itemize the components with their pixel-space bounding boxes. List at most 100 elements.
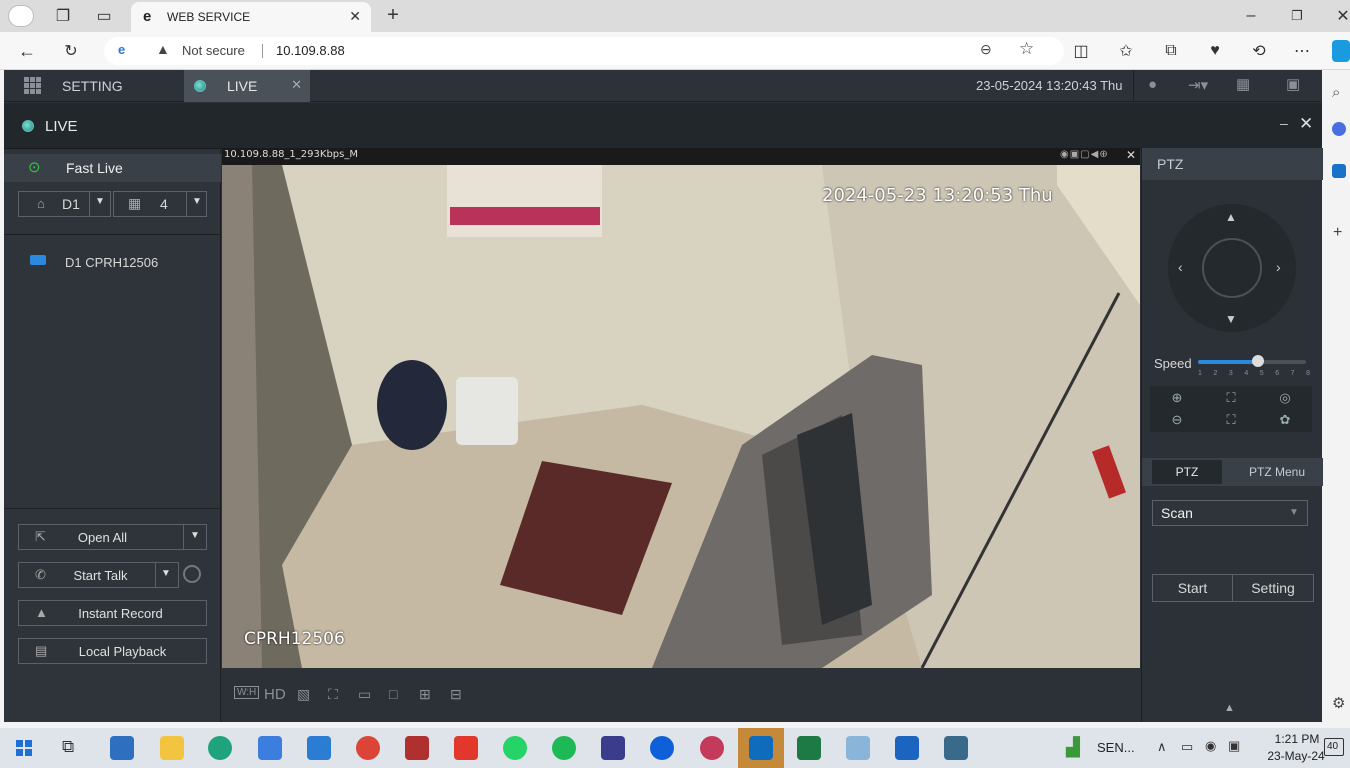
taskbar-app-file-explorer[interactable] — [160, 736, 184, 760]
layout-1-icon[interactable]: ▭ — [358, 686, 371, 703]
clock-time[interactable]: 1:21 PM — [1272, 732, 1322, 746]
new-tab-icon[interactable]: + — [382, 4, 404, 26]
layout-icon[interactable]: ▦ — [1236, 75, 1250, 93]
collections-icon[interactable]: ⧉ — [1160, 40, 1182, 62]
browser-tab[interactable]: e WEB SERVICE ✕ — [131, 2, 371, 32]
start-button[interactable]: Start — [1152, 574, 1233, 602]
layout-single-icon[interactable]: □ — [389, 686, 397, 702]
tab-actions-icon[interactable]: ▭ — [93, 5, 115, 27]
outlook-sidebar-icon[interactable] — [1332, 164, 1346, 178]
hd-button[interactable]: HD — [264, 686, 286, 703]
start-talk-button[interactable]: ✆ Start Talk ▼ — [18, 562, 179, 588]
taskbar-app-edge[interactable] — [208, 736, 232, 760]
video-window[interactable]: 10.109.8.88_1_293Kbps_M ◉▣▢◀⊕ ✕ 2024-05-… — [222, 148, 1140, 668]
zoom-icon[interactable]: ⊖ — [980, 41, 992, 58]
network-signal-icon[interactable]: ▟ — [1066, 737, 1080, 758]
video-controls-icons[interactable]: ◉▣▢◀⊕ — [1060, 149, 1109, 160]
close-panel-icon[interactable]: ✕ — [1299, 114, 1313, 134]
tab-ptz-menu[interactable]: PTZ Menu — [1234, 460, 1320, 484]
refresh-icon[interactable]: ↻ — [60, 40, 82, 62]
minimize-icon[interactable]: – — [1240, 5, 1262, 27]
battery-icon[interactable]: ▭ — [1181, 739, 1193, 755]
local-playback-button[interactable]: ▤ Local Playback — [18, 638, 207, 664]
arrow-right-icon[interactable]: › — [1276, 259, 1281, 275]
taskbar-app-outlook[interactable] — [895, 736, 919, 760]
ie-mode-toggle-icon[interactable]: ⟲ — [1248, 40, 1270, 62]
zoom-out-icon[interactable]: ⊖ — [1150, 409, 1204, 431]
speed-slider-handle[interactable] — [1252, 355, 1264, 367]
zoom-in-icon[interactable]: ⊕ — [1150, 387, 1204, 409]
focus-far-icon[interactable]: ⛶ — [1204, 409, 1258, 431]
layout-4-icon[interactable]: ⊞ — [419, 686, 431, 703]
focus-near-icon[interactable]: ⛶ — [1204, 387, 1258, 409]
clock-date[interactable]: 23-May-24 — [1266, 749, 1326, 763]
open-all-button[interactable]: ⇱ Open All ▼ — [18, 524, 207, 550]
taskbar-app-notepad[interactable] — [846, 736, 870, 760]
extensions-icon[interactable]: ♥ — [1204, 40, 1226, 62]
task-view-icon[interactable]: ⧉ — [62, 737, 74, 757]
split-select[interactable]: ▦ 4 ▼ — [113, 191, 207, 217]
webcam-icon[interactable]: ◉ — [1205, 738, 1216, 754]
close-tab-icon[interactable]: ✕ — [349, 8, 361, 25]
capture-icon[interactable]: ⛶ — [328, 686, 338, 703]
favorite-star-icon[interactable]: ☆ — [1019, 39, 1034, 59]
fast-live-button[interactable]: ⊙ Fast Live — [4, 154, 221, 182]
network-icon[interactable]: ▣ — [1228, 738, 1240, 754]
taskbar-app-store[interactable] — [258, 736, 282, 760]
taskbar-app-snip[interactable] — [700, 736, 724, 760]
minimize-panel-icon[interactable]: – — [1280, 115, 1288, 131]
search-icon[interactable]: ⌕ — [1332, 84, 1340, 101]
add-icon[interactable]: + — [1333, 224, 1342, 242]
taskbar-app-excel[interactable] — [797, 736, 821, 760]
instant-record-button[interactable]: ▲ Instant Record — [18, 600, 207, 626]
url-field[interactable]: e ▲ Not secure 10.109.8.88 ⊖ ☆ — [104, 37, 1064, 65]
fullscreen-icon[interactable]: ▣ — [1286, 75, 1300, 93]
taskbar-app-terminal[interactable] — [944, 736, 968, 760]
security-label[interactable]: Not secure — [182, 43, 245, 58]
tray-label[interactable]: SEN... — [1097, 740, 1135, 755]
copilot-sidebar-icon[interactable] — [1332, 122, 1346, 136]
iris-close-icon[interactable]: ✿ — [1258, 409, 1312, 431]
close-window-icon[interactable]: ✕ — [1332, 5, 1350, 27]
restore-icon[interactable]: ❐ — [1286, 5, 1308, 27]
taskbar-app-whatsapp[interactable] — [503, 736, 527, 760]
logout-icon[interactable]: ⇥▾ — [1188, 76, 1208, 94]
back-icon[interactable]: ← — [16, 40, 38, 62]
workspaces-icon[interactable]: ❐ — [52, 5, 74, 27]
nav-setting[interactable]: SETTING — [4, 70, 184, 102]
windows-start-icon[interactable] — [16, 740, 32, 756]
more-menu-icon[interactable]: ⋯ — [1291, 40, 1313, 62]
taskbar-app-mail[interactable] — [307, 736, 331, 760]
iris-open-icon[interactable]: ◎ — [1258, 387, 1312, 409]
url-text[interactable]: 10.109.8.88 — [276, 43, 345, 58]
taskbar-app-tally[interactable] — [405, 736, 429, 760]
browser-profile-icon[interactable] — [8, 5, 34, 27]
device-select[interactable]: ⌂ D1 ▼ — [18, 191, 111, 217]
nav-live-tab[interactable]: LIVE ✕ — [184, 70, 310, 102]
split-screen-icon[interactable]: ◫ — [1070, 40, 1092, 62]
taskbar-app-teamviewer[interactable] — [650, 736, 674, 760]
close-video-icon[interactable]: ✕ — [1126, 148, 1136, 162]
user-icon[interactable]: ● — [1148, 76, 1157, 93]
quality-icon[interactable]: ▧ — [297, 686, 310, 703]
tab-ptz[interactable]: PTZ — [1152, 460, 1222, 484]
ptz-direction-pad[interactable]: ▲ ▼ ‹ › — [1168, 204, 1296, 332]
chevron-down-icon[interactable]: ▼ — [161, 568, 171, 579]
taskbar-app-news[interactable] — [110, 736, 134, 760]
speed-slider[interactable] — [1198, 355, 1306, 367]
favorites-icon[interactable]: ✩ — [1115, 40, 1137, 62]
taskbar-app-anydesk[interactable] — [454, 736, 478, 760]
setting-button[interactable]: Setting — [1232, 574, 1314, 602]
aspect-ratio-button[interactable]: W:H — [234, 686, 260, 699]
arrow-down-icon[interactable]: ▼ — [1225, 312, 1237, 326]
settings-gear-icon[interactable]: ⚙ — [1332, 694, 1345, 712]
ptz-mode-select[interactable]: Scan ▼ — [1152, 500, 1308, 526]
taskbar-app-font[interactable] — [601, 736, 625, 760]
channel-item[interactable]: D1 CPRH12506 — [4, 250, 221, 276]
arrow-left-icon[interactable]: ‹ — [1178, 259, 1183, 275]
warning-icon[interactable]: ▲ — [156, 41, 170, 57]
tray-chevron-up-icon[interactable]: ∧ — [1157, 739, 1167, 755]
taskbar-app-chrome[interactable] — [356, 736, 380, 760]
collapse-up-icon[interactable]: ▲ — [1224, 702, 1235, 714]
chevron-down-icon[interactable]: ▼ — [190, 530, 200, 541]
